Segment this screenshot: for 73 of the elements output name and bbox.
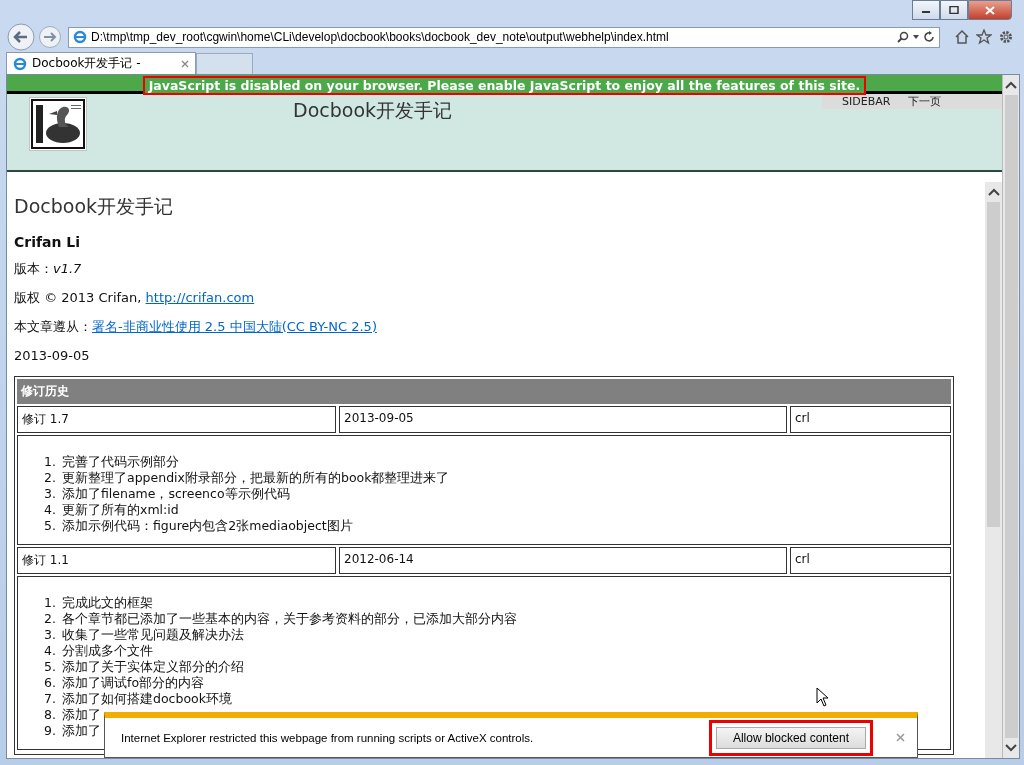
copyright-text: 版权 © 2013 Crifan, [14,290,143,305]
list-item: 更新整理了appendix附录部分，把最新的所有的book都整理进来了 [62,470,450,486]
list-number: 2. [43,470,56,486]
forward-button[interactable] [38,25,62,49]
close-tab-icon[interactable] [181,59,189,68]
docbook-logo-icon [29,97,87,151]
publish-date: 2013-09-05 [14,347,91,364]
table-cell: 修订 1.7 [17,406,336,433]
table-cell: crl [790,406,951,433]
author-name: Crifan Li [14,234,82,250]
scrollbar[interactable] [985,182,1002,758]
close-icon [985,5,995,15]
document-title: Docbook开发手记 [14,194,174,219]
list-item: 添加了 [62,707,101,723]
browser-tab[interactable]: Docbook开发手记 - [6,52,196,74]
license-label: 本文章遵从： [14,319,92,334]
nav-link[interactable]: SIDEBAR [842,95,891,108]
list-item: 各个章节都已添加了一些基本的内容，关于参考资料的部分，已添加大部分内容 [62,611,517,627]
mouse-cursor-icon [816,687,830,707]
list-number: 1. [43,595,56,611]
list-item: 添加了filename，screenco等示例代码 [62,486,290,502]
list-item: 添加了 [62,723,101,739]
list-item: 添加了如何搭建docbook环境 [62,691,232,707]
table-cell: crl [790,547,951,574]
list-number: 3. [43,486,56,502]
scroll-up-icon[interactable] [987,188,1000,196]
home-icon[interactable] [954,29,970,45]
list-number: 5. [43,518,56,534]
close-button[interactable] [968,0,1012,20]
dropdown-icon[interactable] [913,35,919,39]
version-text: 版本：v1.7 [14,260,83,277]
refresh-icon[interactable] [923,31,935,43]
list-number: 5. [43,659,56,675]
scroll-down-icon[interactable] [1005,744,1017,752]
list-item: 完善了代码示例部分 [62,454,179,470]
minimize-button[interactable] [912,0,940,20]
table-heading: 修订历史 [17,379,951,404]
address-field[interactable]: D:\tmp\tmp_dev_root\cgwin\home\CLi\develop\docbook\books\docbook_dev_note\output\webhelp\index.html [68,26,940,48]
list-number: 1. [43,454,56,470]
list-item: 添加了关于实体定义部分的介绍 [62,659,244,675]
website-link[interactable]: http://crifan.com [145,290,255,305]
table-cell: 修订 1.1 [17,547,336,574]
list-number: 7. [43,691,56,707]
list-item: 完成此文的框架 [62,595,153,611]
license-link[interactable]: 署名-非商业性使用 2.5 中国大陆(CC BY-NC 2.5) [92,319,377,334]
list-item: 收集了一些常见问题及解决办法 [62,627,244,643]
list-number: 4. [43,643,56,659]
list-number: 6. [43,675,56,691]
list-number: 8. [43,707,56,723]
list-item: 更新了所有的xml:id [62,502,179,518]
list-number: 3. [43,627,56,643]
list-item: 添加了调试fo部分的内容 [62,675,205,691]
list-number: 4. [43,502,56,518]
scrollbar[interactable] [1002,75,1019,758]
list-number: 2. [43,611,56,627]
star-icon[interactable] [976,29,992,45]
maximize-button[interactable] [940,0,968,20]
search-icon[interactable] [897,31,909,43]
close-icon[interactable] [896,733,905,742]
list-item: 分割成多个文件 [62,643,153,659]
header-title: Docbook开发手记 [293,98,452,123]
list-number: 9. [43,723,56,739]
table-cell: 2013-09-05 [339,406,787,433]
maximize-icon [949,6,959,14]
settings-icon[interactable] [998,29,1014,45]
nav-link[interactable]: 下一页 [908,95,942,108]
page-icon [73,30,87,44]
list-item: 添加示例代码：figure内包含2张mediaobject图片 [62,518,353,534]
page-icon [13,56,27,71]
notification-message: Internet Explorer restricted this webpage from running scripts or ActiveX controls. [121,731,535,744]
scroll-up-icon[interactable] [1005,81,1017,89]
table-cell: 2012-06-14 [339,547,787,574]
back-button[interactable] [6,22,36,52]
